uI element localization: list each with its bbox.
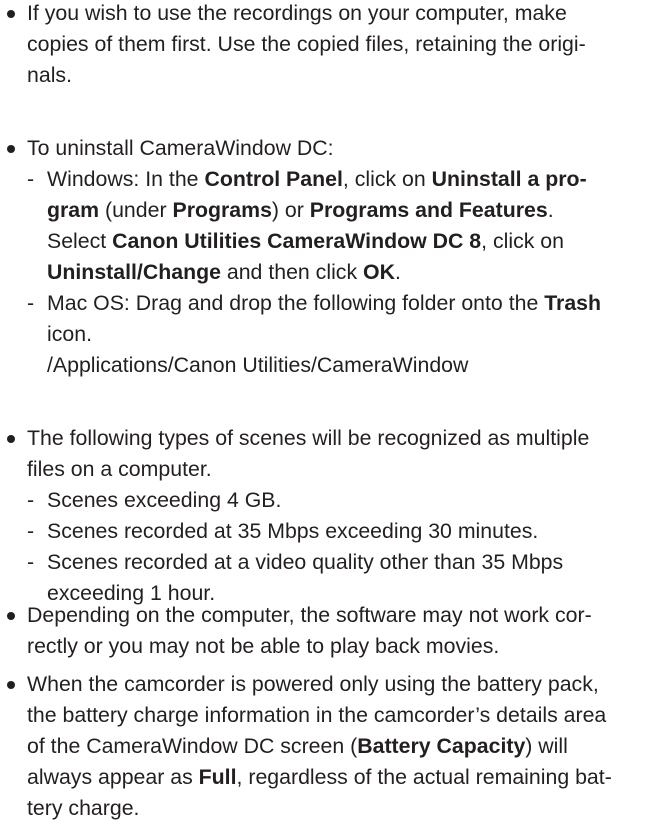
text-run: Depending on the computer, the software … bbox=[27, 603, 592, 627]
bullet-item: If you wish to use the recordings on you… bbox=[7, 0, 657, 91]
bullet-item: When the camcorder is powered only using… bbox=[7, 669, 657, 824]
bold-term: Uninstall a pro- bbox=[431, 167, 587, 191]
bullet-item: Depending on the computer, the software … bbox=[7, 600, 657, 662]
sub-item-dash: - bbox=[27, 550, 35, 574]
bold-term: Programs and Features bbox=[309, 198, 548, 222]
sub-item-line: - Windows: In the Control Panel, click on… bbox=[7, 164, 657, 195]
text-run: , click on bbox=[481, 229, 564, 253]
text-run: copies of them first. Use the copied fil… bbox=[27, 32, 586, 56]
bold-term: Control Panel bbox=[204, 167, 343, 191]
sub-item-continuation: icon. bbox=[7, 319, 657, 350]
sub-item-dash: - bbox=[27, 519, 35, 543]
text-run: The following types of scenes will be re… bbox=[27, 426, 590, 450]
sub-item-line: - Scenes recorded at 35 Mbps exceeding 30… bbox=[7, 516, 657, 547]
bold-term: Battery Capacity bbox=[357, 734, 526, 758]
text-run: (under bbox=[99, 198, 173, 222]
text-run: Select bbox=[47, 229, 113, 253]
text-run: , regardless of the actual remaining bat… bbox=[236, 765, 612, 789]
text-run: If you wish to use the recordings on you… bbox=[27, 1, 567, 25]
bold-term: Canon Utilities CameraWindow DC 8 bbox=[112, 229, 482, 253]
sub-item-line: - Scenes exceeding 4 GB. bbox=[7, 485, 657, 516]
text-run: Scenes exceeding 4 GB. bbox=[47, 488, 282, 512]
text-run: /Applications/Canon Utilities/CameraWind… bbox=[47, 353, 469, 377]
text-run: Scenes recorded at 35 Mbps exceeding 30 … bbox=[47, 519, 539, 543]
bold-term: gram bbox=[47, 198, 100, 222]
text-run: and then click bbox=[220, 260, 364, 284]
bullet-item: To uninstall CameraWindow DC: - Windows: I… bbox=[7, 133, 657, 381]
sub-item-continuation: Uninstall/Change and then click OK. bbox=[7, 257, 657, 288]
text-run: ) or bbox=[271, 198, 310, 222]
text-run: the battery charge information in the ca… bbox=[27, 703, 607, 727]
bold-term: Full bbox=[198, 765, 237, 789]
bullet-line: the battery charge information in the ca… bbox=[7, 700, 657, 731]
text-run: ) will bbox=[525, 734, 568, 758]
text-run: rectly or you may not be able to play ba… bbox=[27, 634, 500, 658]
bullet-line: always appear as Full, regardless of the… bbox=[7, 762, 657, 793]
bullet-line: files on a computer. bbox=[7, 454, 657, 485]
bullet-line: nals. bbox=[7, 60, 657, 91]
sub-item-dash: - bbox=[27, 167, 35, 191]
sub-item-dash: - bbox=[27, 291, 35, 315]
bullet-line: rectly or you may not be able to play ba… bbox=[7, 631, 657, 662]
bullet-line: Depending on the computer, the software … bbox=[7, 600, 657, 631]
sub-item-line: - Scenes recorded at a video quality othe… bbox=[7, 547, 657, 578]
text-run: , click on bbox=[342, 167, 432, 191]
text-run: . bbox=[547, 198, 554, 222]
text-run: tery charge. bbox=[27, 796, 140, 820]
bullet-line: To uninstall CameraWindow DC: bbox=[7, 133, 657, 164]
sub-item-dash: - bbox=[27, 488, 35, 512]
text-run: of the CameraWindow DC screen ( bbox=[27, 734, 358, 758]
text-run: always appear as bbox=[27, 765, 199, 789]
text-run: . bbox=[394, 260, 401, 284]
bullet-line: tery charge. bbox=[7, 793, 657, 824]
bullet-item: The following types of scenes will be re… bbox=[7, 423, 657, 609]
text-run: icon. bbox=[47, 322, 92, 346]
bold-term: Programs bbox=[172, 198, 272, 222]
bold-term: OK bbox=[363, 260, 395, 284]
bullet-line: When the camcorder is powered only using… bbox=[7, 669, 657, 700]
bold-term: Trash bbox=[544, 291, 602, 315]
text-run: Scenes recorded at a video quality other… bbox=[47, 550, 564, 574]
text-run: nals. bbox=[27, 63, 72, 87]
bullet-line: of the CameraWindow DC screen (Battery C… bbox=[7, 731, 657, 762]
text-run: files on a computer. bbox=[27, 457, 212, 481]
text-run: When the camcorder is powered only using… bbox=[27, 672, 599, 696]
sub-item-line: - Mac OS: Drag and drop the following fol… bbox=[7, 288, 657, 319]
bullet-line: copies of them first. Use the copied fil… bbox=[7, 29, 657, 60]
bullet-line: If you wish to use the recordings on you… bbox=[7, 0, 657, 29]
sub-item-continuation: Select Canon Utilities CameraWindow DC 8… bbox=[7, 226, 657, 257]
text-run: Mac OS: Drag and drop the following fold… bbox=[47, 291, 545, 315]
text-run: Windows: In the bbox=[47, 167, 205, 191]
text-run: To uninstall CameraWindow DC: bbox=[27, 136, 334, 160]
sub-item-continuation: /Applications/Canon Utilities/CameraWind… bbox=[7, 350, 657, 381]
bullet-line: The following types of scenes will be re… bbox=[7, 423, 657, 454]
bold-term: Uninstall/Change bbox=[47, 260, 221, 284]
sub-item-continuation: gram (under Programs) or Programs and Fe… bbox=[7, 195, 657, 226]
